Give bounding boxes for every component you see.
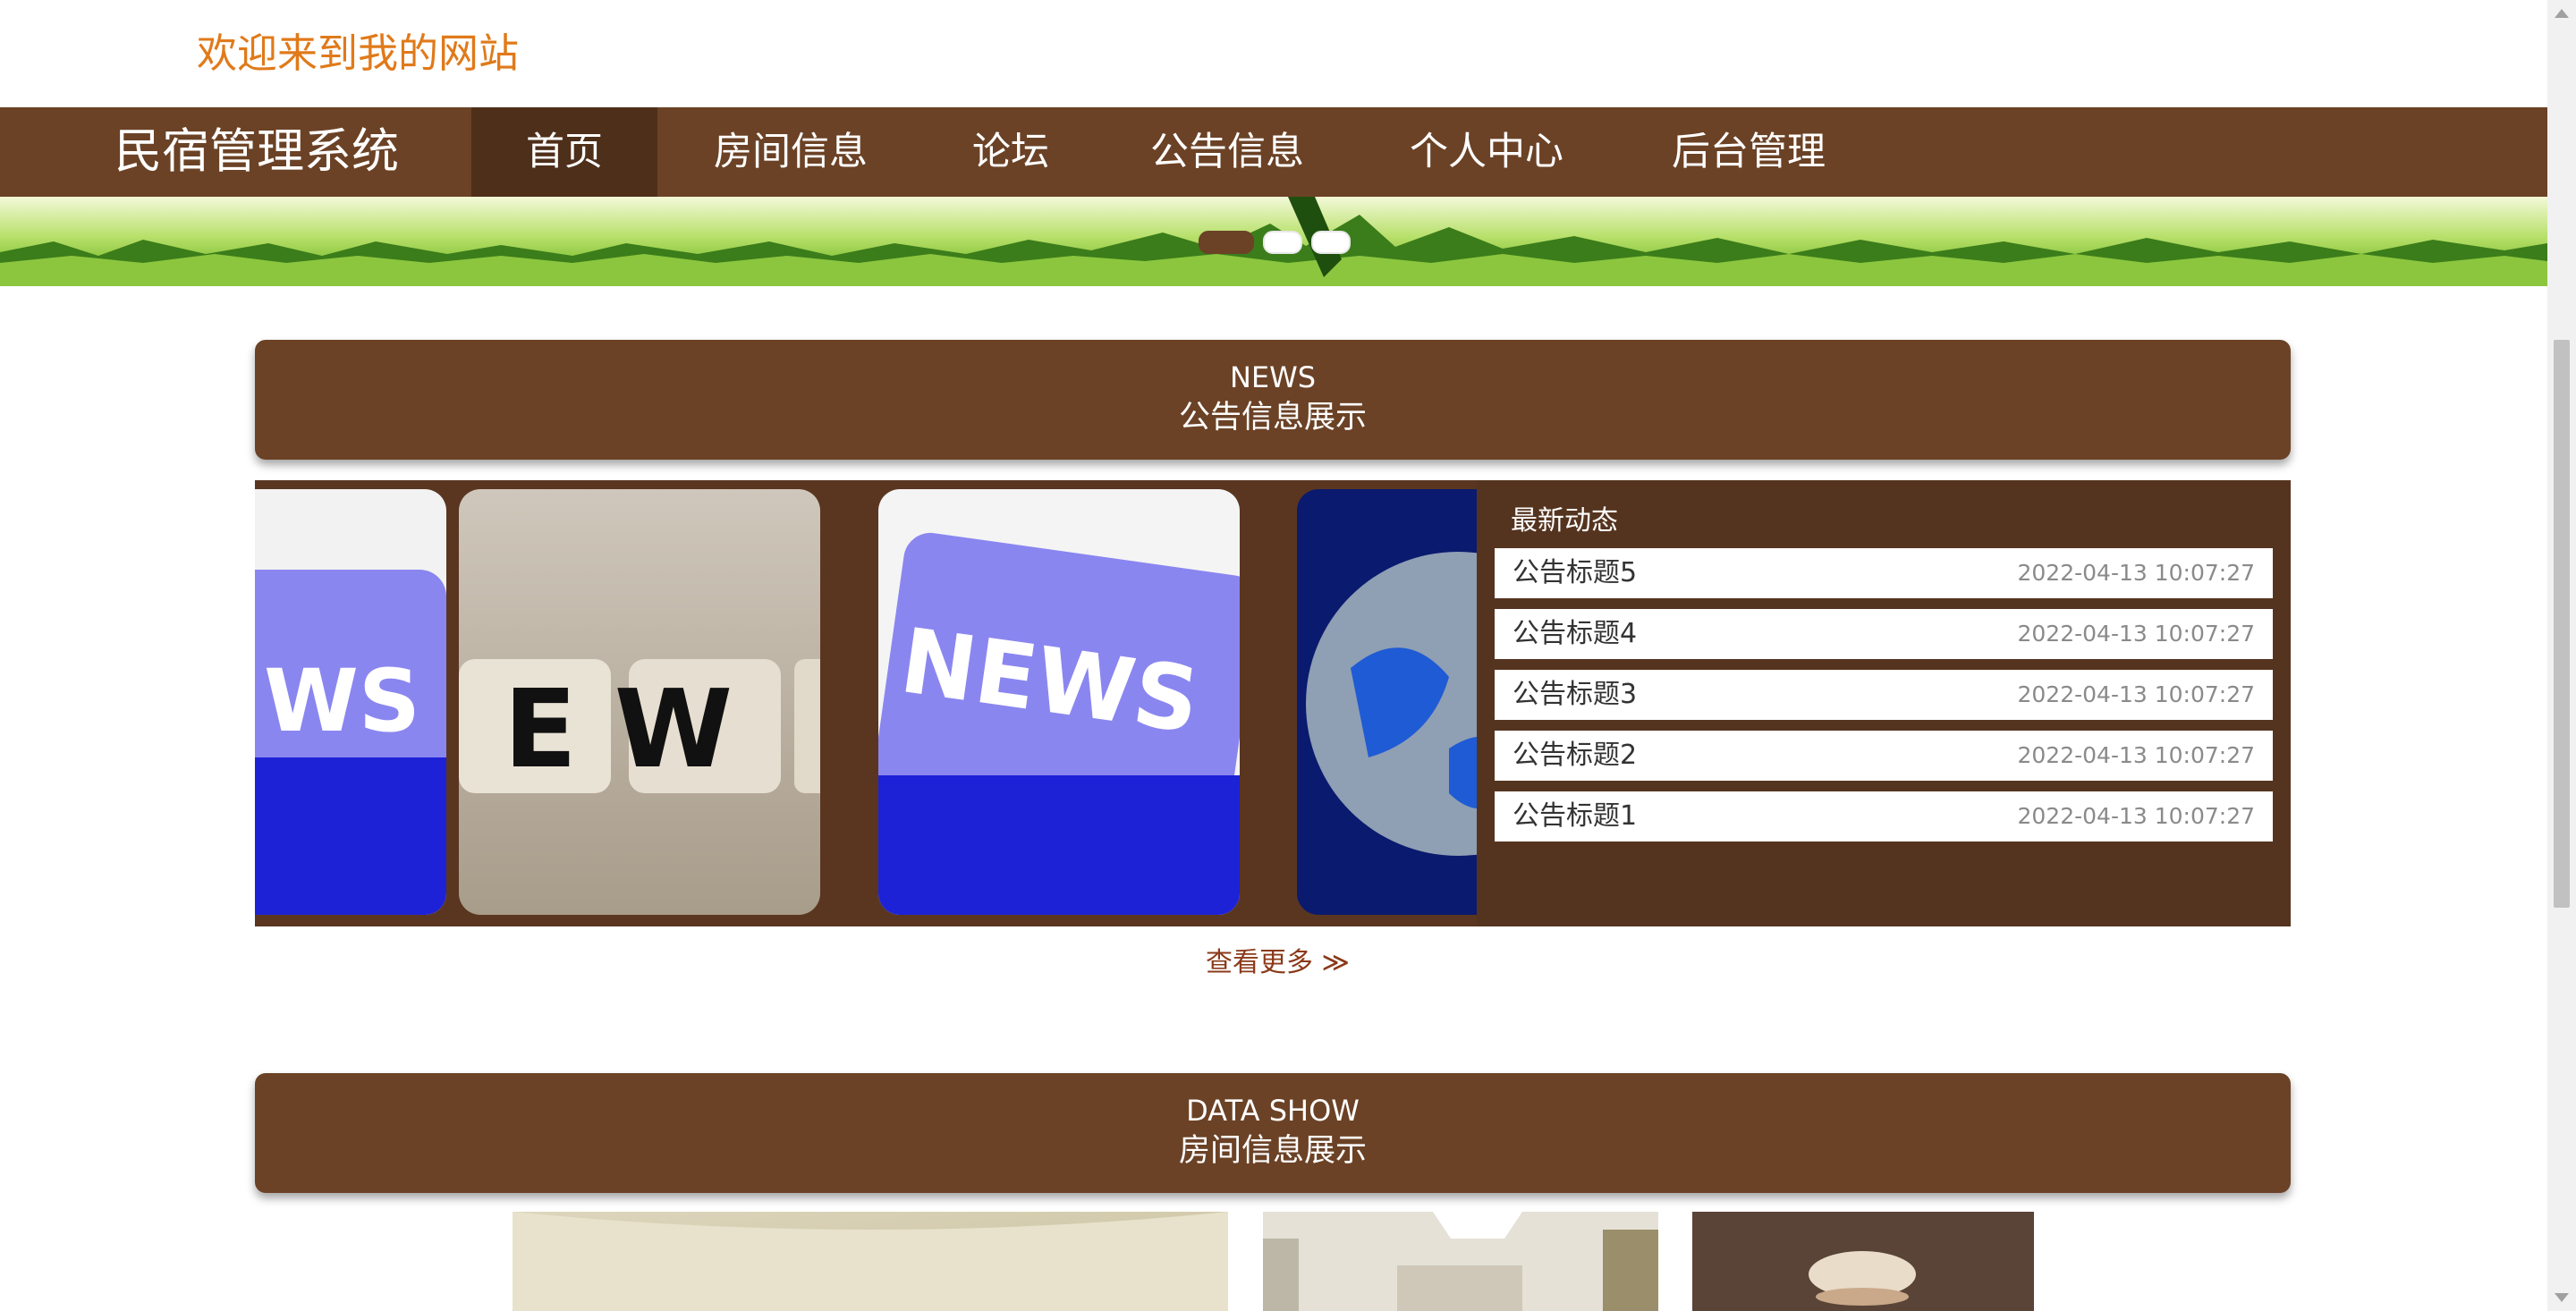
latest-news-panel: 最新动态 公告标题5 2022-04-13 10:07:27 公告标题4 202… xyxy=(1477,480,2291,926)
news-dice-image: E W xyxy=(459,489,820,915)
news-list-item[interactable]: 公告标题4 2022-04-13 10:07:27 xyxy=(1495,609,2273,659)
news-list-item[interactable]: 公告标题2 2022-04-13 10:07:27 xyxy=(1495,731,2273,781)
nav-item-rooms[interactable]: 房间信息 xyxy=(699,107,882,197)
room-card-2[interactable] xyxy=(1263,1212,1658,1311)
room-card-3[interactable] xyxy=(1692,1212,2034,1311)
news-showcase: WS E W NEWS 最新动态 公告标题5 2022-04-13 10:07:… xyxy=(255,480,2291,926)
scroll-up-icon[interactable] xyxy=(2555,9,2569,18)
news-list-item[interactable]: 公告标题5 2022-04-13 10:07:27 xyxy=(1495,548,2273,598)
carousel-dot-2[interactable] xyxy=(1263,231,1302,254)
nav-item-home[interactable]: 首页 xyxy=(471,107,657,197)
top-bar: 欢迎来到我的网站 xyxy=(0,0,2547,107)
carousel-indicators xyxy=(1199,231,1360,254)
news-item-date: 2022-04-13 10:07:27 xyxy=(2017,560,2255,586)
nav-item-admin[interactable]: 后台管理 xyxy=(1651,107,1846,197)
nav-item-notices[interactable]: 公告信息 xyxy=(1132,107,1322,197)
news-item-date: 2022-04-13 10:07:27 xyxy=(2017,742,2255,768)
news-item-title[interactable]: 公告标题4 xyxy=(1513,609,1637,659)
news-slide-3[interactable]: NEWS xyxy=(878,489,1240,915)
page-scrollbar[interactable] xyxy=(2547,0,2576,1311)
news-keyboard-image: WS xyxy=(255,489,446,915)
room-image-2 xyxy=(1263,1212,1658,1311)
carousel-dot-1[interactable] xyxy=(1199,231,1254,254)
news-item-title[interactable]: 公告标题5 xyxy=(1513,548,1637,598)
news-item-title[interactable]: 公告标题1 xyxy=(1513,791,1637,842)
rooms-section-cn-title: 房间信息展示 xyxy=(1178,1133,1367,1169)
news-item-date: 2022-04-13 10:07:27 xyxy=(2017,681,2255,707)
carousel-dot-3[interactable] xyxy=(1311,231,1351,254)
news-item-title[interactable]: 公告标题2 xyxy=(1513,731,1637,781)
site-brand[interactable]: 民宿管理系统 xyxy=(114,107,399,197)
welcome-text: 欢迎来到我的网站 xyxy=(197,30,520,77)
room-card-1[interactable] xyxy=(513,1212,1228,1311)
news-section-header: NEWS 公告信息展示 xyxy=(255,340,2291,460)
news-slide-2[interactable]: E W xyxy=(459,489,820,915)
nav-item-forum[interactable]: 论坛 xyxy=(930,107,1091,197)
news-item-date: 2022-04-13 10:07:27 xyxy=(2017,621,2255,647)
nav-item-profile[interactable]: 个人中心 xyxy=(1392,107,1581,197)
room-image-1 xyxy=(513,1212,1228,1311)
room-image-3 xyxy=(1692,1212,2034,1311)
news-slide-1[interactable]: WS xyxy=(255,489,446,915)
news-item-title[interactable]: 公告标题3 xyxy=(1513,670,1637,720)
news-slide-2-caption: E W xyxy=(504,668,733,792)
scroll-down-icon[interactable] xyxy=(2555,1293,2569,1302)
news-list-item[interactable]: 公告标题3 2022-04-13 10:07:27 xyxy=(1495,670,2273,720)
news-item-date: 2022-04-13 10:07:27 xyxy=(2017,803,2255,829)
view-more-link[interactable]: 查看更多 ≫ xyxy=(1206,943,1350,983)
rooms-section-en-title: DATA SHOW xyxy=(1186,1094,1360,1128)
scrollbar-thumb[interactable] xyxy=(2554,340,2570,908)
news-list-item[interactable]: 公告标题1 2022-04-13 10:07:27 xyxy=(1495,791,2273,842)
news-keyboard-image-2: NEWS xyxy=(878,489,1240,915)
latest-news-title: 最新动态 xyxy=(1511,505,1618,537)
news-section-cn-title: 公告信息展示 xyxy=(1178,400,1367,436)
news-slide-1-caption: WS xyxy=(264,651,420,751)
news-section-en-title: NEWS xyxy=(1229,360,1317,394)
main-nav: 民宿管理系统 首页 房间信息 论坛 公告信息 个人中心 后台管理 xyxy=(0,107,2547,197)
rooms-section-header: DATA SHOW 房间信息展示 xyxy=(255,1073,2291,1193)
